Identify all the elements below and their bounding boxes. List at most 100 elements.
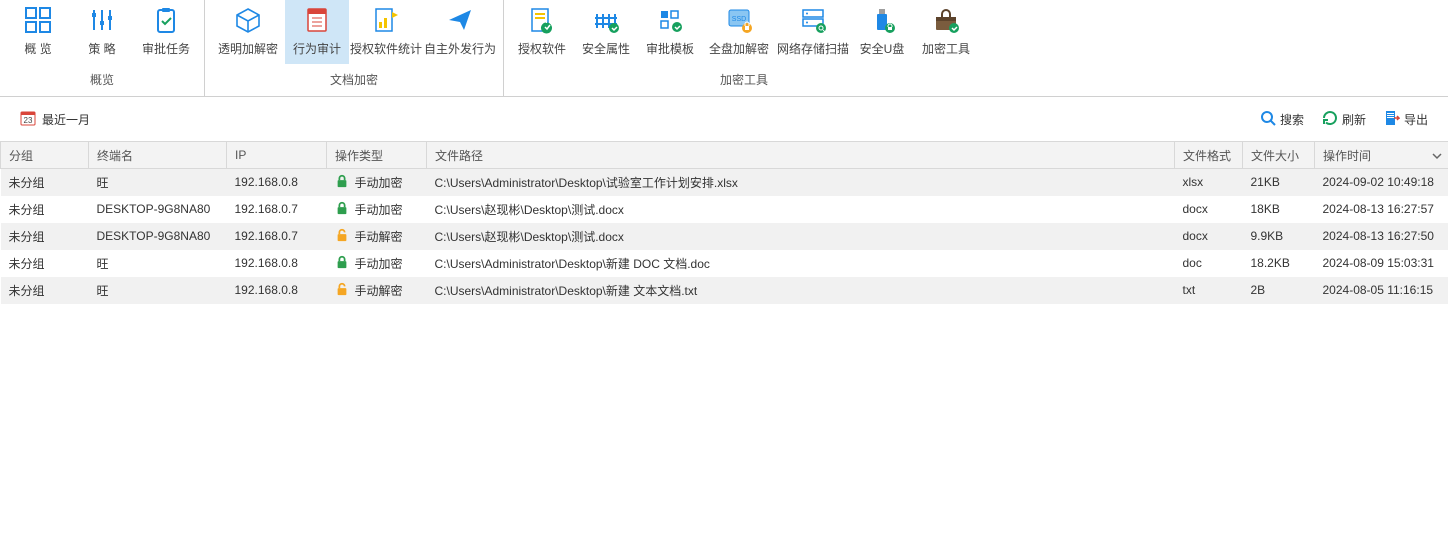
refresh-button[interactable]: 刷新 [1322,110,1366,129]
ribbon-label: 安全属性 [582,40,630,57]
cell-path: C:\Users\赵现彬\Desktop\测试.docx [427,223,1175,250]
cell-group: 未分组 [1,223,89,250]
ribbon-strategy[interactable]: 策 略 [70,0,134,64]
cube-icon [234,6,262,34]
cell-op: 手动加密 [327,196,427,223]
op-label: 手动解密 [355,228,403,245]
cell-size: 9.9KB [1243,223,1315,250]
grid-icon [24,6,52,34]
cell-size: 21KB [1243,169,1315,196]
cell-size: 2B [1243,277,1315,304]
col-size[interactable]: 文件大小 [1243,142,1315,169]
cell-fmt: txt [1175,277,1243,304]
cell-size: 18KB [1243,196,1315,223]
ribbon-usb[interactable]: 安全U盘 [850,0,914,64]
export-button[interactable]: 导出 [1384,110,1428,129]
ribbon-label: 全盘加解密 [709,40,769,57]
ribbon-label: 策 略 [88,40,115,57]
col-op[interactable]: 操作类型 [327,142,427,169]
cell-time: 2024-08-05 11:16:15 [1315,277,1448,304]
ribbon-label: 授权软件统计 [350,40,422,57]
ribbon-behavior[interactable]: 行为审计 [285,0,349,64]
search-icon [1260,110,1276,129]
table-row[interactable]: 未分组旺192.168.0.8 手动加密 C:\Users\Administrato… [1,250,1448,277]
cell-ip: 192.168.0.8 [227,169,327,196]
search-button[interactable]: 搜索 [1260,110,1304,129]
date-range-picker[interactable]: 23 最近一月 [20,110,90,129]
col-group[interactable]: 分组 [1,142,89,169]
cell-group: 未分组 [1,250,89,277]
table-row[interactable]: 未分组DESKTOP-9G8NA80192.168.0.7手动加密C:\User… [1,196,1448,223]
cell-ip: 192.168.0.7 [227,196,327,223]
col-fmt[interactable]: 文件格式 [1175,142,1243,169]
cell-path: C:\Users\Administrator\Desktop\试验室工作计划安排… [427,169,1175,196]
col-ip[interactable]: IP [227,142,327,169]
cell-path: C:\Users\Administrator\Desktop\新建 DOC 文档… [427,250,1175,277]
ribbon-label: 概 览 [24,40,51,57]
col-time-label: 操作时间 [1323,149,1371,163]
ribbon-group: 授权软件安全属性审批模板全盘加解密网络存储扫描安全U盘加密工具加密工具 [504,0,984,96]
ribbon-label: 行为审计 [293,40,341,57]
cell-terminal: 旺 [89,277,227,304]
ribbon-overview[interactable]: 概 览 [6,0,70,64]
cell-fmt: docx [1175,223,1243,250]
op-label: 手动加密 [355,201,403,218]
col-path[interactable]: 文件路径 [427,142,1175,169]
table-row[interactable]: 未分组DESKTOP-9G8NA80192.168.0.7 手动解密 C:\User… [1,223,1448,250]
table-header: 分组 终端名 IP 操作类型 文件路径 文件格式 文件大小 操作时间 [1,142,1448,169]
clipboard-icon [152,6,180,34]
cell-path: C:\Users\赵现彬\Desktop\测试.docx [427,196,1175,223]
cell-op: 手动加密 [327,250,427,277]
cell-op: 手动解密 [327,277,427,304]
cell-time: 2024-08-09 15:03:31 [1315,250,1448,277]
ribbon-label: 安全U盘 [860,40,905,57]
ribbon-tools[interactable]: 加密工具 [914,0,978,64]
ribbon-authsoft[interactable]: 授权软件 [510,0,574,64]
cell-size: 18.2KB [1243,250,1315,277]
ribbon-authstat[interactable]: 授权软件统计 [349,0,423,64]
usb-icon [868,6,896,34]
ribbon-secattr[interactable]: 安全属性 [574,0,638,64]
stats-icon [372,6,400,34]
cell-fmt: doc [1175,250,1243,277]
ribbon-label: 自主外发行为 [424,40,496,57]
ribbon-label: 审批任务 [142,40,190,57]
ribbon-group-title: 概览 [6,66,198,94]
calendar-icon: 23 [20,110,36,129]
cell-ip: 192.168.0.8 [227,250,327,277]
lock-green-icon [335,255,349,272]
cell-op: 手动解密 [327,223,427,250]
cell-ip: 192.168.0.7 [227,223,327,250]
server-icon [799,6,827,34]
ribbon-label: 加密工具 [922,40,970,57]
template-icon [656,6,684,34]
cell-group: 未分组 [1,196,89,223]
col-terminal[interactable]: 终端名 [89,142,227,169]
ribbon-label: 审批模板 [646,40,694,57]
lock-orange-icon [335,282,349,299]
ribbon-netscan[interactable]: 网络存储扫描 [776,0,850,64]
cell-ip: 192.168.0.8 [227,277,327,304]
date-range-label: 最近一月 [42,111,90,128]
cell-terminal: DESKTOP-9G8NA80 [89,223,227,250]
cell-time: 2024-08-13 16:27:50 [1315,223,1448,250]
ribbon-group: 概 览 策 略 审批任务概览 [0,0,205,96]
table-row[interactable]: 未分组旺192.168.0.8手动解密C:\Users\Administrato… [1,277,1448,304]
ribbon-approve[interactable]: 审批任务 [134,0,198,64]
cell-group: 未分组 [1,277,89,304]
audit-icon [303,6,331,34]
ribbon-transparent[interactable]: 透明加解密 [211,0,285,64]
audit-table: 分组 终端名 IP 操作类型 文件路径 文件格式 文件大小 操作时间 未分组旺1… [0,141,1448,304]
op-label: 手动加密 [355,255,403,272]
cell-terminal: 旺 [89,250,227,277]
table-row[interactable]: 未分组旺192.168.0.8手动加密C:\Users\Administrato… [1,169,1448,196]
ribbon-selfsend[interactable]: 自主外发行为 [423,0,497,64]
ribbon-template[interactable]: 审批模板 [638,0,702,64]
col-time[interactable]: 操作时间 [1315,142,1448,169]
send-icon [446,6,474,34]
ribbon-group-title: 文档加密 [211,66,497,94]
op-label: 手动解密 [355,282,403,299]
cell-time: 2024-08-13 16:27:57 [1315,196,1448,223]
ribbon-fulldisk[interactable]: 全盘加解密 [702,0,776,64]
lock-green-icon [335,174,349,191]
